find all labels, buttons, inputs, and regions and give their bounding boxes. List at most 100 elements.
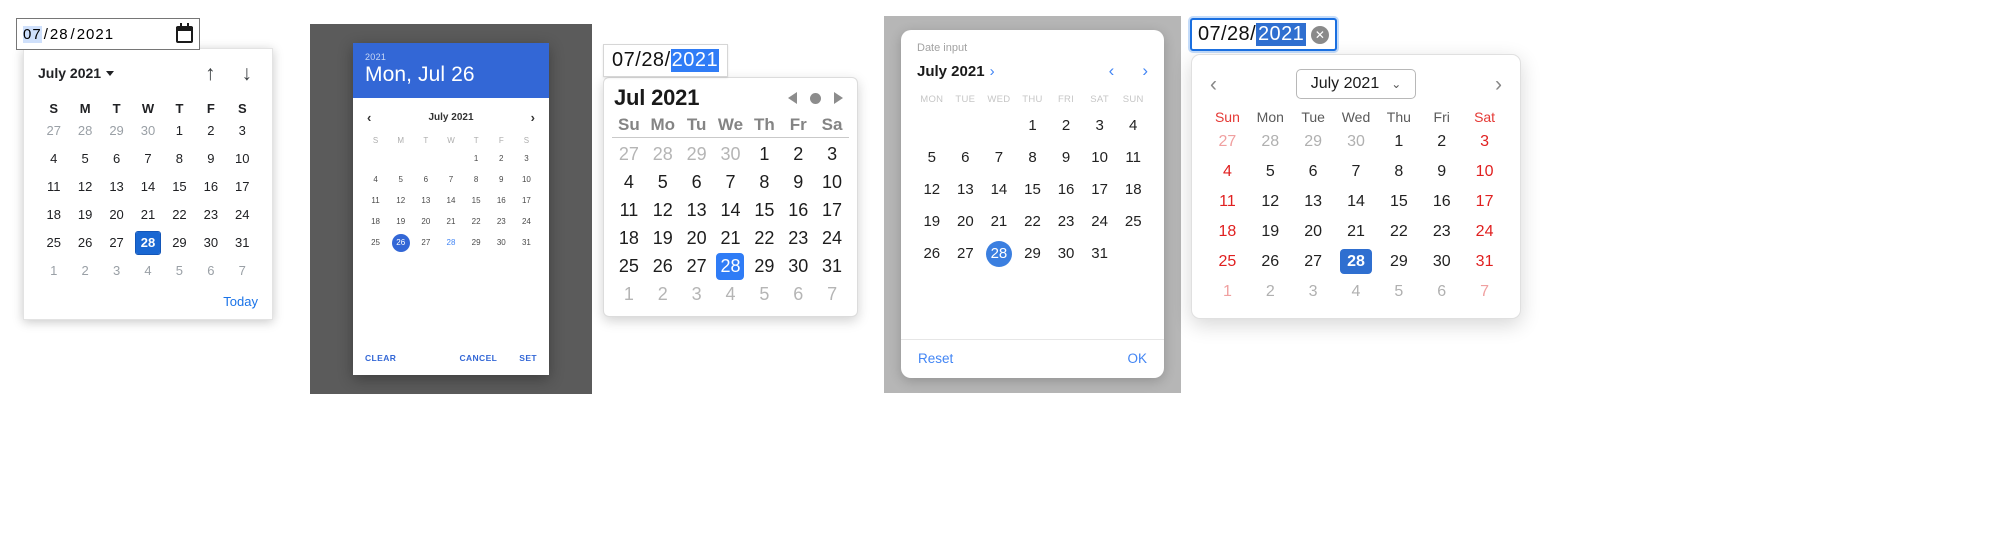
chrome-day-segment[interactable]: 28 [50, 26, 69, 43]
day-cell[interactable]: 28 [1249, 129, 1292, 154]
day-cell[interactable]: 26 [915, 241, 949, 267]
day-cell[interactable]: 3 [815, 141, 849, 168]
day-cell[interactable]: 1 [464, 150, 489, 168]
day-cell[interactable]: 19 [646, 225, 680, 252]
day-cell[interactable]: 3 [227, 120, 258, 142]
day-cell[interactable]: 24 [227, 204, 258, 226]
day-cell-selected[interactable]: 26 [391, 234, 410, 252]
day-cell[interactable]: 6 [1292, 159, 1335, 184]
reset-button[interactable]: Reset [918, 351, 953, 366]
material-year-label[interactable]: 2021 [365, 52, 537, 62]
day-cell[interactable]: 30 [195, 232, 226, 254]
day-cell[interactable]: 18 [1116, 177, 1150, 203]
day-cell[interactable]: 4 [714, 281, 748, 308]
set-button[interactable]: SET [519, 353, 537, 363]
day-cell[interactable]: 19 [69, 204, 100, 226]
day-cell-selected[interactable]: 28 [1339, 249, 1372, 274]
day-cell-selected[interactable]: 28 [985, 241, 1012, 267]
day-cell[interactable]: 15 [164, 176, 195, 198]
chevron-left-icon[interactable]: ‹ [367, 110, 371, 125]
day-cell[interactable]: 24 [514, 213, 539, 231]
day-cell[interactable]: 2 [1420, 129, 1463, 154]
day-cell[interactable]: 9 [1420, 159, 1463, 184]
day-cell[interactable]: 14 [438, 192, 463, 210]
day-cell[interactable]: 17 [1083, 177, 1117, 203]
day-cell[interactable]: 13 [949, 177, 983, 203]
day-cell[interactable]: 10 [1083, 145, 1117, 171]
clear-button[interactable]: CLEAR [365, 353, 396, 363]
day-cell[interactable]: 2 [1249, 279, 1292, 304]
day-cell[interactable]: 5 [1377, 279, 1420, 304]
firefox-month-segment[interactable]: 07 [612, 49, 635, 72]
edge-month-segment[interactable]: 07 [1198, 23, 1221, 46]
day-cell[interactable]: 19 [1249, 219, 1292, 244]
day-cell[interactable]: 22 [1016, 209, 1050, 235]
day-cell[interactable]: 19 [388, 213, 413, 231]
material-day-grid[interactable]: 1 2 3 4 5 6 7 8 9 10 11 12 13 14 15 16 17 18 19 20 21 22 23 24 2… [363, 150, 539, 252]
day-cell[interactable]: 21 [438, 213, 463, 231]
chrome-year-segment[interactable]: 2021 [77, 26, 114, 43]
day-cell[interactable]: 2 [1049, 113, 1083, 139]
day-cell[interactable]: 3 [680, 281, 714, 308]
day-cell[interactable]: 1 [747, 141, 781, 168]
day-cell[interactable]: 21 [714, 225, 748, 252]
material-date-label[interactable]: Mon, Jul 26 [365, 63, 537, 87]
cancel-button[interactable]: CANCEL [459, 353, 497, 363]
day-cell[interactable]: 16 [1420, 189, 1463, 214]
day-cell[interactable]: 1 [1016, 113, 1050, 139]
day-cell[interactable]: 11 [363, 192, 388, 210]
day-cell[interactable]: 7 [815, 281, 849, 308]
day-cell[interactable]: 5 [164, 260, 195, 282]
day-cell[interactable]: 5 [69, 148, 100, 170]
day-cell[interactable]: 29 [680, 141, 714, 168]
day-cell[interactable]: 2 [646, 281, 680, 308]
day-cell[interactable]: 26 [69, 232, 100, 254]
day-cell[interactable]: 21 [132, 204, 163, 226]
day-cell[interactable]: 30 [1420, 249, 1463, 274]
day-cell[interactable]: 9 [195, 148, 226, 170]
day-cell[interactable]: 4 [132, 260, 163, 282]
day-cell[interactable]: 18 [1206, 219, 1249, 244]
day-cell[interactable]: 24 [1463, 219, 1506, 244]
day-cell[interactable]: 21 [1335, 219, 1378, 244]
day-cell[interactable]: 3 [1083, 113, 1117, 139]
day-cell[interactable]: 10 [815, 169, 849, 196]
triangle-left-icon[interactable] [788, 92, 797, 104]
day-cell[interactable]: 13 [1292, 189, 1335, 214]
day-cell[interactable]: 31 [227, 232, 258, 254]
day-cell[interactable]: 30 [714, 141, 748, 168]
day-cell[interactable]: 7 [714, 169, 748, 196]
day-cell[interactable]: 10 [514, 171, 539, 189]
day-cell[interactable]: 4 [1335, 279, 1378, 304]
triangle-right-icon[interactable] [834, 92, 843, 104]
day-cell[interactable]: 15 [1016, 177, 1050, 203]
day-cell[interactable]: 31 [514, 234, 539, 252]
firefox-year-segment[interactable]: 2021 [670, 49, 720, 72]
day-cell[interactable]: 6 [101, 148, 132, 170]
arrow-down-icon[interactable]: ↓ [242, 63, 253, 84]
day-cell[interactable]: 31 [1083, 241, 1117, 267]
day-cell[interactable]: 7 [1463, 279, 1506, 304]
day-cell[interactable]: 15 [747, 197, 781, 224]
day-cell[interactable]: 7 [982, 145, 1016, 171]
day-cell[interactable]: 30 [781, 253, 815, 280]
day-cell[interactable]: 9 [1049, 145, 1083, 171]
day-cell[interactable]: 24 [815, 225, 849, 252]
day-cell[interactable]: 7 [1335, 159, 1378, 184]
day-cell[interactable]: 8 [464, 171, 489, 189]
day-cell[interactable]: 4 [1206, 159, 1249, 184]
day-cell[interactable]: 29 [164, 232, 195, 254]
day-cell[interactable]: 8 [747, 169, 781, 196]
day-cell[interactable]: 15 [464, 192, 489, 210]
day-cell[interactable]: 14 [714, 197, 748, 224]
day-cell[interactable]: 1 [164, 120, 195, 142]
day-cell[interactable]: 29 [1292, 129, 1335, 154]
chrome-day-grid[interactable]: 27 28 29 30 1 2 3 4 5 6 7 8 9 10 11 12 13 14 15 16 17 18 19 20 2… [38, 120, 258, 282]
day-cell[interactable]: 6 [949, 145, 983, 171]
day-cell[interactable]: 28 [646, 141, 680, 168]
day-cell[interactable]: 17 [1463, 189, 1506, 214]
day-cell[interactable]: 20 [413, 213, 438, 231]
day-cell[interactable]: 23 [781, 225, 815, 252]
day-cell[interactable]: 27 [1206, 129, 1249, 154]
day-cell[interactable]: 6 [413, 171, 438, 189]
